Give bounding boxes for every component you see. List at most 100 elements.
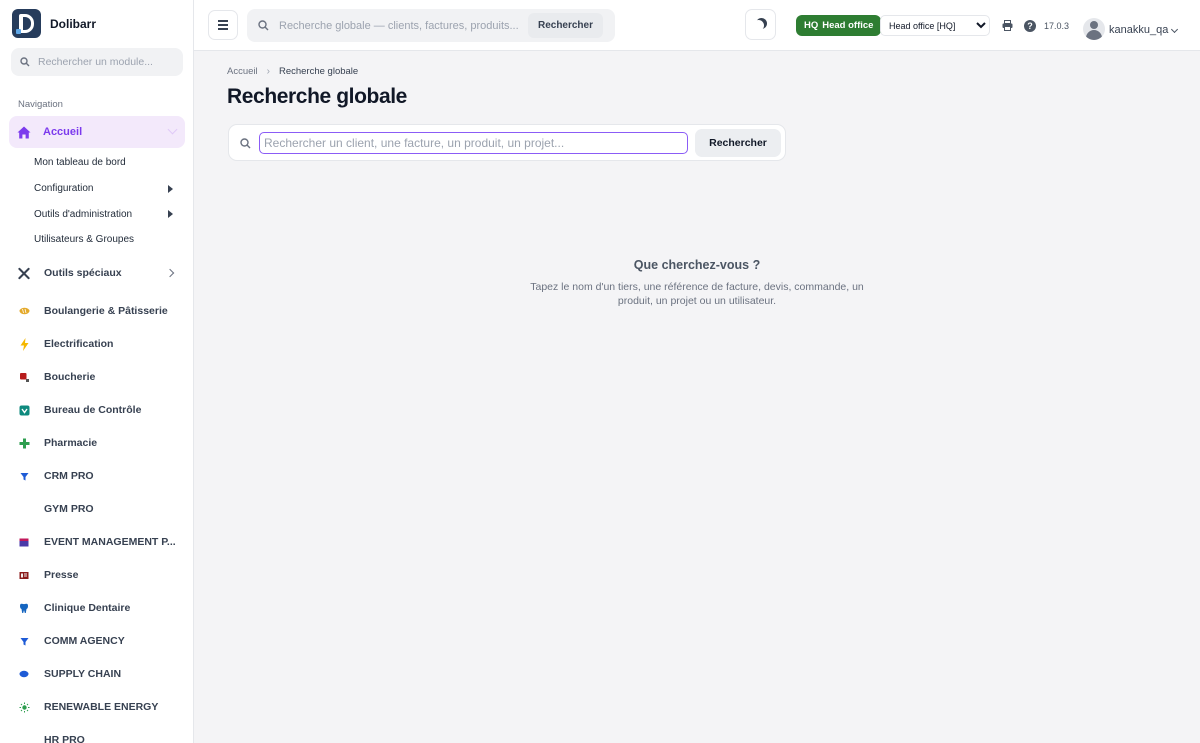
dark-mode-toggle[interactable] [745,9,776,40]
sidebar-item-label: SUPPLY CHAIN [44,668,122,681]
entity-select[interactable]: Head office [HQ] [880,15,990,36]
home-icon [17,126,31,138]
submenu-mon-tableau-de-bord[interactable]: Mon tableau de bord [0,150,193,176]
global-search: Rechercher [247,9,615,42]
sidebar-item-label: Electrification [44,338,114,351]
sidebar-item-renewable-energy[interactable]: RENEWABLE ENERGY [0,691,193,724]
sidebar-item-label: Accueil [43,126,83,138]
brand[interactable]: Dolibarr [12,9,96,38]
main-search-button[interactable]: Rechercher [695,129,781,157]
main-search-input[interactable] [259,132,688,154]
version-label: 17.0.3 [1044,21,1070,31]
newspaper-icon [18,569,30,581]
sidebar-item-gym-pro[interactable]: GYM PRO [0,493,193,526]
shield-icon [18,404,30,416]
sidebar-item-label: Bureau de Contrôle [44,404,142,417]
box-icon [18,668,30,680]
caret-right-icon [168,184,173,193]
submenu-utilisateurs-groupes[interactable]: Utilisateurs & Groupes [0,227,193,253]
meat-icon [18,371,30,383]
sidebar-item-label: Boulangerie & Pâtisserie [44,305,168,318]
sidebar-item-boulangerie[interactable]: Boulangerie & Pâtisserie [0,295,193,328]
breadcrumb-current: Recherche globale [278,66,359,77]
entity-badge-code: HQ [804,20,819,31]
hamburger-icon [218,24,228,26]
sidebar-item-label: RENEWABLE ENERGY [44,701,159,714]
submenu-outils-administration[interactable]: Outils d'administration [0,201,193,227]
sidebar-item-label: Pharmacie [44,437,98,450]
chevron-right-icon [165,268,175,277]
breadcrumb-separator-icon: › [266,66,270,77]
sidebar-item-label: Clinique Dentaire [44,602,131,615]
username[interactable]: kanakku_qa [1109,24,1168,36]
nav-menu: Accueil Mon tableau de bord Configuratio… [0,116,193,743]
sidebar-item-bureau-controle[interactable]: Bureau de Contrôle [0,394,193,427]
brand-name: Dolibarr [50,16,97,31]
sidebar-item-electrification[interactable]: Electrification [0,328,193,361]
help-icon[interactable]: ? [1024,20,1036,32]
sidebar: Dolibarr Navigation Accueil Mon tableau … [0,0,194,743]
sidebar-item-hr-pro[interactable]: HR PRO [0,724,193,743]
submenu-label: Utilisateurs & Groupes [34,234,135,246]
sidebar-item-label: COMM AGENCY [44,635,125,648]
sidebar-item-comm-agency[interactable]: COMM AGENCY [0,625,193,658]
search-icon [20,57,30,67]
tooth-icon [18,602,30,614]
empty-state-description: Tapez le nom d'un tiers, une référence d… [530,281,864,307]
sidebar-item-label: Presse [44,569,79,582]
submenu-label: Configuration [34,183,94,195]
entity-badge[interactable]: HQ Head office [796,15,882,36]
sidebar-item-label: HR PRO [44,734,85,743]
breadcrumb-home[interactable]: Accueil [227,66,258,77]
submenu-label: Mon tableau de bord [34,157,126,169]
page-title: Recherche globale [227,85,407,108]
sidebar-item-clinique-dentaire[interactable]: Clinique Dentaire [0,592,193,625]
sidebar-item-label: GYM PRO [44,503,94,516]
search-icon [258,20,269,31]
moon-icon [753,20,764,31]
entity-badge-name: Head office [822,20,874,31]
tools-icon [18,267,30,279]
topbar: Rechercher HQ Head office Head office [H… [194,0,1200,51]
submenu-label: Outils d'administration [34,208,133,220]
sidebar-item-outils-speciaux[interactable]: Outils spéciaux [0,257,193,290]
search-card: Rechercher [228,124,786,161]
lightning-icon [18,337,30,351]
submenu-configuration[interactable]: Configuration [0,176,193,202]
gym-icon [18,503,30,515]
sidebar-item-accueil[interactable]: Accueil [9,116,185,148]
nav-heading: Navigation [18,99,63,110]
sidebar-item-crm-pro[interactable]: CRM PRO [0,460,193,493]
avatar[interactable] [1083,18,1105,40]
chevron-down-icon [167,124,178,135]
hamburger-icon [218,28,228,30]
filter-icon [18,470,30,482]
sidebar-item-label: EVENT MANAGEMENT P... [44,536,176,549]
sidebar-item-label: Boucherie [44,371,96,384]
sidebar-item-label: CRM PRO [44,470,94,483]
sidebar-item-boucherie[interactable]: Boucherie [0,361,193,394]
empty-state-title: Que cherchez-vous ? [633,258,761,272]
calendar-icon [18,536,30,548]
bread-icon [18,305,30,317]
sun-icon [18,701,30,713]
menu-toggle-button[interactable] [208,10,238,40]
print-icon[interactable] [1002,20,1013,31]
hr-icon [18,734,30,743]
sidebar-item-pharmacie[interactable]: Pharmacie [0,427,193,460]
global-search-button[interactable]: Rechercher [527,13,603,38]
breadcrumb: Accueil › Recherche globale [227,66,358,77]
search-icon [240,138,251,149]
module-search [11,48,183,76]
global-search-input[interactable] [279,19,519,32]
sidebar-item-supply-chain[interactable]: SUPPLY CHAIN [0,658,193,691]
caret-right-icon [168,210,173,219]
dolibarr-logo-icon [12,9,41,38]
module-search-input[interactable] [38,56,173,68]
cross-icon [18,437,30,449]
sidebar-item-label: Outils spéciaux [44,267,122,280]
sidebar-item-event-management[interactable]: EVENT MANAGEMENT P... [0,526,193,559]
chevron-down-icon[interactable] [1170,25,1179,34]
sidebar-item-presse[interactable]: Presse [0,559,193,592]
hamburger-icon [218,20,228,22]
